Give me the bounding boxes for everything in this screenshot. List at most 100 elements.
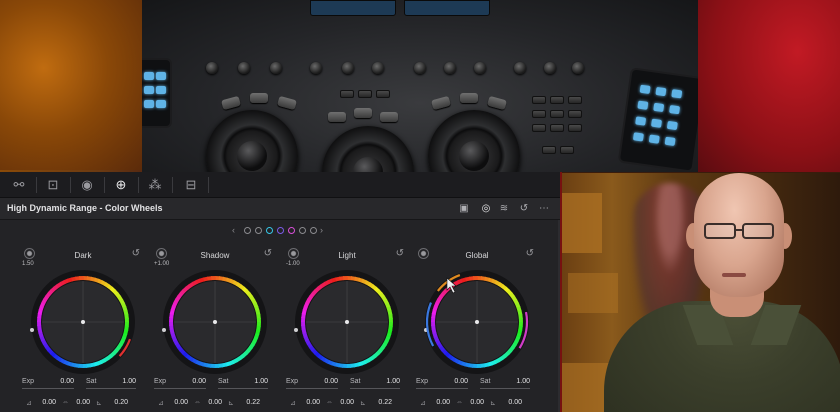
console-knob bbox=[514, 62, 526, 74]
keyframes-icon[interactable]: ⊟ bbox=[182, 177, 200, 193]
node-icon[interactable]: ◉ bbox=[78, 177, 96, 193]
zone-target-icon[interactable]: ◎ bbox=[478, 201, 494, 217]
wheel-side-handle bbox=[162, 328, 166, 332]
wheel-name: Dark bbox=[74, 251, 92, 260]
chevron-left-icon[interactable]: ‹ bbox=[232, 225, 235, 235]
exp-slider[interactable] bbox=[416, 388, 468, 389]
sat-value[interactable]: 1.00 bbox=[242, 378, 268, 385]
color-wheel-disc[interactable] bbox=[161, 268, 269, 376]
color-wheel-dark: 1.50 Dark ↺ Exp 0.00 Sat 1.00 ⊿ 0.00 ⇔ 0.00 ⊾ 0.20 bbox=[22, 248, 142, 412]
x-value[interactable]: 0.00 bbox=[426, 399, 450, 406]
y-value[interactable]: 0.00 bbox=[330, 399, 354, 406]
picture-in-picture-icon[interactable]: ▣ bbox=[456, 201, 472, 217]
sat-label: Sat bbox=[86, 378, 97, 385]
x-value[interactable]: 0.00 bbox=[164, 399, 188, 406]
console-button bbox=[550, 96, 564, 104]
exp-value[interactable]: 0.00 bbox=[180, 378, 206, 385]
presenter-glasses bbox=[742, 223, 774, 239]
background-right bbox=[698, 0, 840, 172]
page-dot[interactable] bbox=[299, 227, 306, 234]
more-icon[interactable]: ⋯ bbox=[536, 201, 552, 217]
console-button bbox=[460, 93, 478, 103]
page-dot[interactable] bbox=[255, 227, 262, 234]
hue-segment bbox=[78, 276, 84, 281]
color-wheel-disc[interactable] bbox=[423, 268, 531, 376]
background-left bbox=[0, 0, 145, 170]
console-button bbox=[340, 90, 354, 98]
page-dot[interactable] bbox=[266, 227, 273, 234]
sizing-icon[interactable]: ⊡ bbox=[44, 177, 62, 193]
exp-label: Exp bbox=[22, 378, 35, 385]
console-button bbox=[542, 146, 556, 154]
console-button bbox=[358, 90, 372, 98]
reset-icon[interactable]: ↺ bbox=[516, 201, 532, 217]
falloff-icon: ⊾ bbox=[490, 400, 496, 407]
blur-icon[interactable]: ⁂ bbox=[146, 177, 164, 193]
waveform-icon[interactable]: ≋ bbox=[496, 201, 512, 217]
exp-value[interactable]: 0.00 bbox=[312, 378, 338, 385]
page-dot[interactable] bbox=[310, 227, 317, 234]
console-screen-left bbox=[310, 0, 396, 16]
console-button bbox=[487, 95, 507, 111]
reset-icon[interactable]: ↺ bbox=[132, 248, 140, 259]
exp-label: Exp bbox=[154, 378, 167, 385]
color-wheel-disc[interactable] bbox=[293, 268, 401, 376]
console-knob bbox=[572, 62, 584, 74]
angle-icon: ⊿ bbox=[290, 400, 296, 407]
exp-value[interactable]: 0.00 bbox=[48, 378, 74, 385]
console-knob bbox=[206, 62, 218, 74]
angle-icon: ⊿ bbox=[420, 400, 426, 407]
wheel-name: Light bbox=[338, 251, 356, 260]
wheel-side-handle bbox=[294, 328, 298, 332]
z-value[interactable]: 0.22 bbox=[368, 399, 392, 406]
angle-icon: ⊿ bbox=[26, 400, 32, 407]
console-knob bbox=[310, 62, 322, 74]
console-knob bbox=[544, 62, 556, 74]
page-dot[interactable] bbox=[277, 227, 284, 234]
zone-value[interactable]: 1.50 bbox=[22, 261, 34, 267]
reset-icon[interactable]: ↺ bbox=[526, 248, 534, 259]
sat-value[interactable]: 1.00 bbox=[110, 378, 136, 385]
console-knob bbox=[444, 62, 456, 74]
console-knob bbox=[372, 62, 384, 74]
x-value[interactable]: 0.00 bbox=[296, 399, 320, 406]
page-dot[interactable] bbox=[288, 227, 295, 234]
x-value[interactable]: 0.00 bbox=[32, 399, 56, 406]
color-wheels-panel: ⚯ ⊡ ◉ ⊕ ⁂ ⊟ High Dynamic Range - Color W… bbox=[0, 172, 560, 412]
z-value[interactable]: 0.00 bbox=[498, 399, 522, 406]
z-value[interactable]: 0.22 bbox=[236, 399, 260, 406]
sat-slider[interactable] bbox=[86, 388, 136, 389]
zone-value[interactable]: -1.00 bbox=[286, 261, 300, 267]
sat-slider[interactable] bbox=[480, 388, 530, 389]
page-dot[interactable] bbox=[244, 227, 251, 234]
console-button bbox=[560, 146, 574, 154]
sat-slider[interactable] bbox=[350, 388, 400, 389]
console-button bbox=[568, 124, 582, 132]
sat-value[interactable]: 1.00 bbox=[374, 378, 400, 385]
reset-icon[interactable]: ↺ bbox=[396, 248, 404, 259]
reset-icon[interactable]: ↺ bbox=[264, 248, 272, 259]
color-wheel-disc[interactable] bbox=[29, 268, 137, 376]
exp-slider[interactable] bbox=[154, 388, 206, 389]
z-value[interactable]: 0.20 bbox=[104, 399, 128, 406]
falloff-icon: ⊾ bbox=[360, 400, 366, 407]
console-button bbox=[431, 95, 451, 111]
exp-value[interactable]: 0.00 bbox=[442, 378, 468, 385]
sat-value[interactable]: 1.00 bbox=[504, 378, 530, 385]
y-value[interactable]: 0.00 bbox=[198, 399, 222, 406]
y-value[interactable]: 0.00 bbox=[66, 399, 90, 406]
sat-slider[interactable] bbox=[218, 388, 268, 389]
exp-slider[interactable] bbox=[286, 388, 338, 389]
y-value[interactable]: 0.00 bbox=[460, 399, 484, 406]
hdr-zone-icon[interactable]: ⊕ bbox=[112, 177, 130, 193]
side-panel-left bbox=[142, 58, 172, 128]
console-knob bbox=[238, 62, 250, 74]
exp-slider[interactable] bbox=[22, 388, 74, 389]
zone-value[interactable]: +1.00 bbox=[154, 261, 169, 267]
angle-icon: ⊿ bbox=[158, 400, 164, 407]
chevron-right-icon[interactable]: › bbox=[320, 225, 323, 235]
wheel-name: Global bbox=[465, 251, 489, 260]
curves-icon[interactable]: ⚯ bbox=[10, 177, 28, 193]
console-knob bbox=[474, 62, 486, 74]
console-button bbox=[277, 95, 297, 111]
